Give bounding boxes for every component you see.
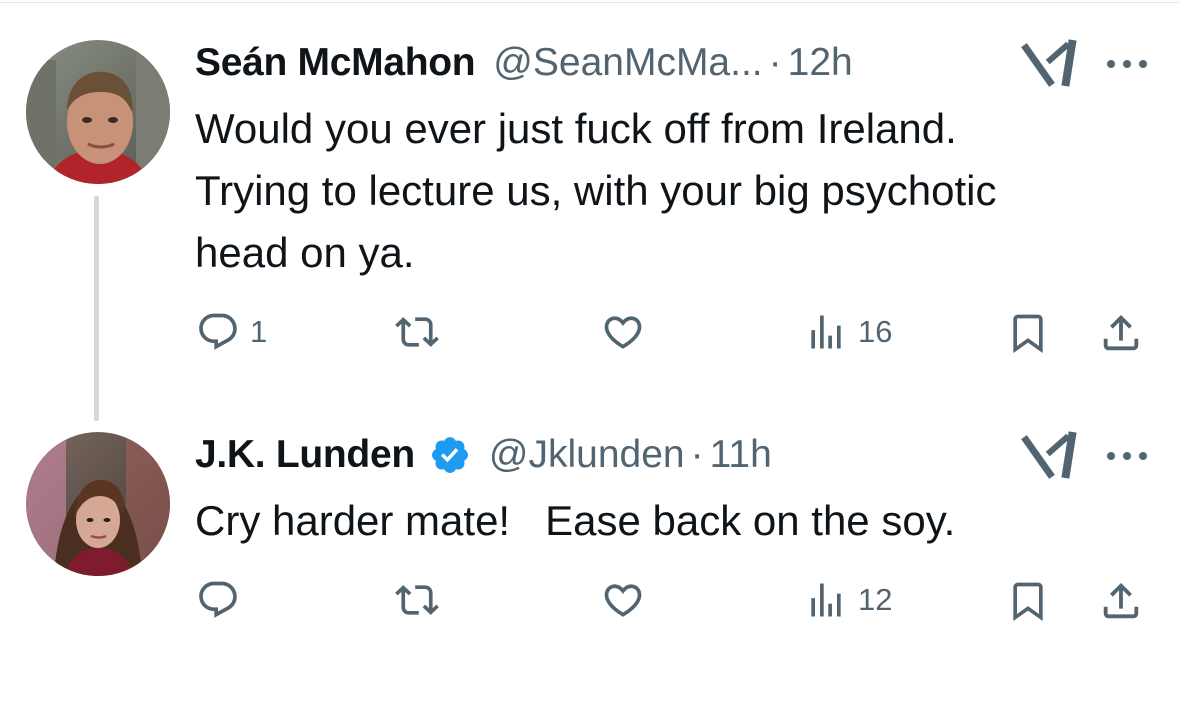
separator-dot: · <box>768 41 782 84</box>
bookmark-button[interactable] <box>1006 310 1050 356</box>
timestamp[interactable]: 11h <box>710 433 772 477</box>
reply-icon <box>196 310 240 354</box>
grok-icon[interactable] <box>1020 38 1078 90</box>
share-button[interactable] <box>1098 578 1144 624</box>
share-button[interactable] <box>1098 310 1144 356</box>
user-handle[interactable]: @Jklunden <box>489 433 685 477</box>
repost-button[interactable] <box>393 310 441 354</box>
more-icon[interactable] <box>1103 54 1153 74</box>
bookmark-icon <box>1006 310 1050 356</box>
more-icon[interactable] <box>1103 446 1153 466</box>
repost-icon <box>393 578 441 622</box>
tweet-header: J.K. Lunden @Jklunden · 11h <box>195 430 772 480</box>
share-icon <box>1098 310 1144 356</box>
user-handle[interactable]: @SeanMcMa... <box>493 41 762 85</box>
reply-button[interactable]: 1 <box>196 310 267 354</box>
grok-icon[interactable] <box>1020 430 1078 482</box>
like-icon <box>600 578 646 622</box>
tweet-text: Cry harder mate! Ease back on the soy. <box>195 497 956 544</box>
like-button[interactable] <box>600 310 646 354</box>
timestamp[interactable]: 12h <box>788 41 853 85</box>
action-bar: 12 <box>0 570 1179 630</box>
separator-dot: · <box>690 433 704 476</box>
display-name[interactable]: Seán McMahon <box>195 41 476 85</box>
top-divider <box>0 2 1179 3</box>
verified-badge-icon <box>429 434 471 476</box>
reply-button[interactable] <box>196 578 250 622</box>
repost-button[interactable] <box>393 578 441 622</box>
reply-count: 1 <box>250 314 268 349</box>
tweet-text: Would you ever just fuck off from Irelan… <box>195 105 997 276</box>
reply-icon <box>196 578 240 622</box>
share-icon <box>1098 578 1144 624</box>
like-button[interactable] <box>600 578 646 622</box>
views-icon <box>804 310 848 354</box>
tweet-header: Seán McMahon @SeanMcMa... · 12h <box>195 38 853 88</box>
views-count: 16 <box>858 314 893 349</box>
bookmark-icon <box>1006 578 1050 624</box>
views-button[interactable]: 12 <box>804 578 892 622</box>
display-name[interactable]: J.K. Lunden <box>195 433 415 477</box>
avatar[interactable] <box>26 40 170 184</box>
action-bar: 1 16 <box>0 302 1179 362</box>
avatar[interactable] <box>26 432 170 576</box>
views-count: 12 <box>858 582 893 617</box>
repost-icon <box>393 310 441 354</box>
like-icon <box>600 310 646 354</box>
bookmark-button[interactable] <box>1006 578 1050 624</box>
views-icon <box>804 578 848 622</box>
views-button[interactable]: 16 <box>804 310 892 354</box>
